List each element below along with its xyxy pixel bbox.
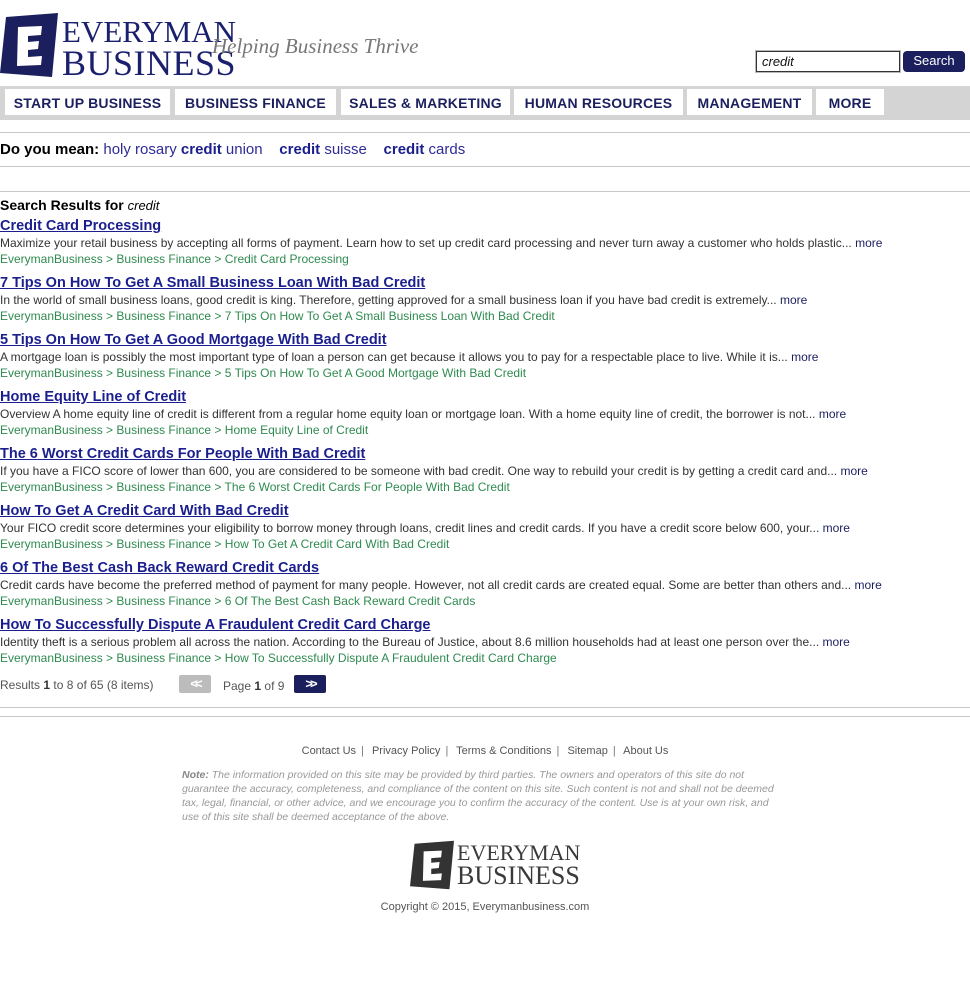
nav-item-start-up-business[interactable]: START UP BUSINESS: [5, 89, 170, 115]
footer-link-contact-us[interactable]: Contact Us: [302, 745, 356, 757]
divider: [0, 166, 970, 167]
more-link[interactable]: more: [823, 635, 850, 649]
search-input[interactable]: [755, 50, 901, 73]
more-link[interactable]: more: [855, 236, 882, 250]
result-title-link[interactable]: Credit Card Processing: [0, 218, 970, 235]
footer-logo[interactable]: EVERYMAN BUSINESS: [410, 838, 580, 893]
nav-item-sales-marketing[interactable]: SALES & MARKETING: [341, 89, 510, 115]
divider: [0, 132, 970, 133]
footer-link-about-us[interactable]: About Us: [623, 745, 668, 757]
result-title-link[interactable]: The 6 Worst Credit Cards For People With…: [0, 446, 970, 463]
did-you-mean: Do you mean: holy rosary credit union cr…: [0, 141, 465, 158]
disclaimer-note: Note: The information provided on this s…: [182, 768, 782, 824]
logo-wordmark: EVERYMAN BUSINESS: [62, 16, 236, 81]
search-result: How To Get A Credit Card With Bad Credit…: [0, 503, 970, 552]
result-snippet: A mortgage loan is possibly the most imp…: [0, 350, 819, 364]
footer-link-terms[interactable]: Terms & Conditions: [456, 745, 551, 757]
result-title-link[interactable]: 7 Tips On How To Get A Small Business Lo…: [0, 275, 970, 292]
page-indicator: Page 1 of 9: [223, 679, 285, 693]
nav-item-more[interactable]: MORE: [816, 89, 884, 115]
result-snippet: Credit cards have become the preferred m…: [0, 578, 882, 592]
nav-item-management[interactable]: MANAGEMENT: [687, 89, 812, 115]
result-breadcrumb[interactable]: EverymanBusiness > Business Finance > Ho…: [0, 650, 970, 666]
result-breadcrumb[interactable]: EverymanBusiness > Business Finance > Cr…: [0, 251, 970, 267]
main-nav: START UP BUSINESS BUSINESS FINANCE SALES…: [0, 86, 970, 120]
search-result: The 6 Worst Credit Cards For People With…: [0, 446, 970, 495]
divider: [0, 716, 970, 717]
copyright: Copyright © 2015, Everymanbusiness.com: [380, 901, 590, 913]
next-page-button[interactable]: >>: [294, 675, 326, 693]
footer-links: Contact Us | Privacy Policy | Terms & Cond…: [301, 745, 669, 757]
suggestion-link[interactable]: credit cards: [384, 141, 466, 158]
result-snippet: Identity theft is a serious problem all …: [0, 635, 850, 649]
more-link[interactable]: more: [791, 350, 818, 364]
did-you-mean-label: Do you mean:: [0, 141, 100, 158]
divider: [0, 191, 970, 192]
suggestion-link[interactable]: holy rosary credit union: [103, 141, 262, 158]
nav-item-human-resources[interactable]: HUMAN RESOURCES: [514, 89, 683, 115]
search-result: 5 Tips On How To Get A Good Mortgage Wit…: [0, 332, 970, 381]
search-result: How To Successfully Dispute A Fraudulent…: [0, 617, 970, 666]
result-breadcrumb[interactable]: EverymanBusiness > Business Finance > 5 …: [0, 365, 970, 381]
result-snippet: If you have a FICO score of lower than 6…: [0, 464, 868, 478]
result-snippet: In the world of small business loans, go…: [0, 293, 808, 307]
logo-e-icon: [0, 13, 58, 77]
result-title-link[interactable]: 5 Tips On How To Get A Good Mortgage Wit…: [0, 332, 970, 349]
more-link[interactable]: more: [819, 407, 846, 421]
note-text: The information provided on this site ma…: [182, 769, 774, 823]
results-heading: Search Results for credit: [0, 197, 160, 213]
logo-e-icon: [410, 840, 454, 890]
more-link[interactable]: more: [840, 464, 867, 478]
site-header: EVERYMAN BUSINESS Helping Business Thriv…: [0, 0, 970, 86]
divider: [0, 707, 970, 708]
more-link[interactable]: more: [823, 521, 850, 535]
suggestion-link[interactable]: credit suisse: [279, 141, 367, 158]
footer-link-privacy-policy[interactable]: Privacy Policy: [372, 745, 440, 757]
result-title-link[interactable]: How To Successfully Dispute A Fraudulent…: [0, 617, 970, 634]
footer-link-sitemap[interactable]: Sitemap: [567, 745, 607, 757]
result-breadcrumb[interactable]: EverymanBusiness > Business Finance > Th…: [0, 479, 970, 495]
result-title-link[interactable]: 6 Of The Best Cash Back Reward Credit Ca…: [0, 560, 970, 577]
results-query: credit: [127, 198, 160, 213]
result-breadcrumb[interactable]: EverymanBusiness > Business Finance > 6 …: [0, 593, 970, 609]
result-breadcrumb[interactable]: EverymanBusiness > Business Finance > Ho…: [0, 422, 970, 438]
search-result: Home Equity Line of Credit Overview A ho…: [0, 389, 970, 438]
search-button[interactable]: Search: [903, 51, 965, 72]
site-logo[interactable]: EVERYMAN BUSINESS: [0, 10, 236, 81]
search-result: 7 Tips On How To Get A Small Business Lo…: [0, 275, 970, 324]
result-breadcrumb[interactable]: EverymanBusiness > Business Finance > 7 …: [0, 308, 970, 324]
result-breadcrumb[interactable]: EverymanBusiness > Business Finance > Ho…: [0, 536, 970, 552]
result-snippet: Overview A home equity line of credit is…: [0, 407, 847, 421]
logo-line2: BUSINESS: [62, 43, 237, 83]
result-snippet: Maximize your retail business by accepti…: [0, 236, 883, 250]
search-result: 6 Of The Best Cash Back Reward Credit Ca…: [0, 560, 970, 609]
note-label: Note:: [182, 769, 209, 781]
result-snippet: Your FICO credit score determines your e…: [0, 521, 850, 535]
result-title-link[interactable]: How To Get A Credit Card With Bad Credit: [0, 503, 970, 520]
prev-page-button[interactable]: <<: [179, 675, 211, 693]
more-link[interactable]: more: [854, 578, 881, 592]
nav-item-business-finance[interactable]: BUSINESS FINANCE: [175, 89, 336, 115]
more-link[interactable]: more: [780, 293, 807, 307]
search-result: Credit Card Processing Maximize your ret…: [0, 218, 970, 267]
tagline: Helping Business Thrive: [212, 34, 419, 58]
footer-logo-wordmark: EVERYMAN BUSINESS: [457, 840, 581, 890]
result-title-link[interactable]: Home Equity Line of Credit: [0, 389, 970, 406]
results-count: Results 1 to 8 of 65 (8 items): [0, 678, 154, 692]
pagination: Results 1 to 8 of 65 (8 items) << Page 1…: [0, 675, 970, 697]
